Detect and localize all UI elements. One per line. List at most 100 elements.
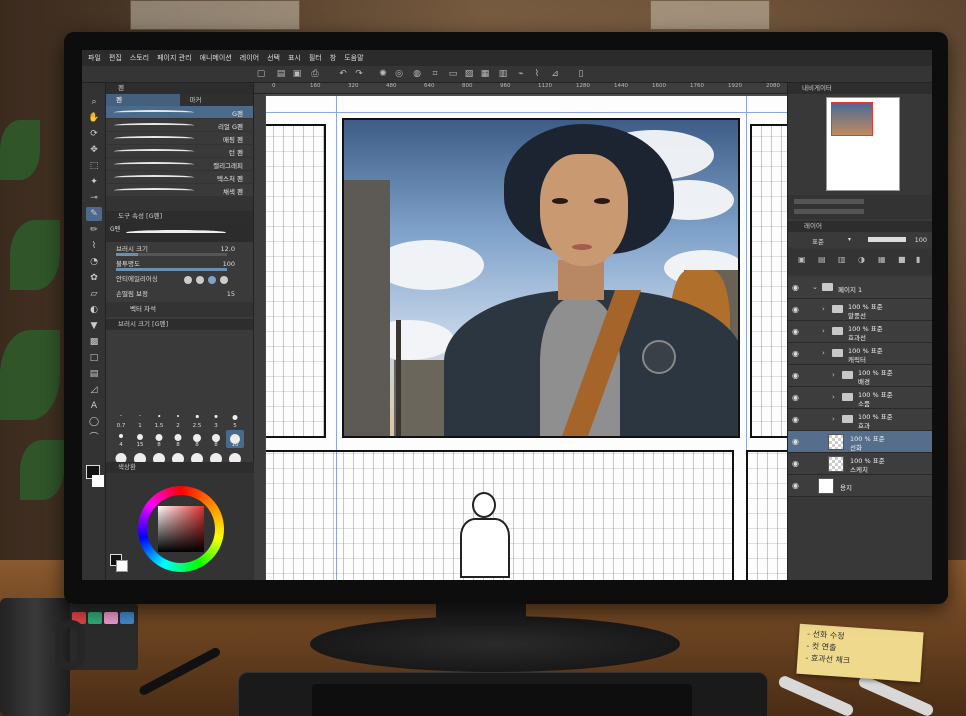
snap-special-ruler-icon[interactable]: ⌇ — [532, 69, 542, 79]
brush-item-g-pen[interactable]: G펜 — [106, 106, 253, 119]
ruler-toggle-icon[interactable]: ▥ — [498, 69, 508, 79]
layer-row[interactable]: ◉ › 100 % 표준 배경 — [788, 365, 932, 387]
layer-opacity-value[interactable]: 100 — [915, 236, 927, 244]
deselect-icon[interactable]: ▭ — [448, 69, 458, 79]
move-tool-icon[interactable]: ✥ — [86, 143, 102, 157]
brush-size-preset[interactable]: 8 — [150, 430, 168, 448]
saturation-value-square[interactable] — [158, 506, 204, 552]
comic-panel-right[interactable] — [750, 124, 787, 438]
eyedropper-tool-icon[interactable]: ⊸ — [86, 191, 102, 205]
layer-row[interactable]: ◉ 용지 — [788, 475, 932, 497]
comic-panel-bottom-right[interactable] — [746, 450, 787, 580]
navigator-thumbnail[interactable] — [826, 97, 900, 191]
lock-layer-icon[interactable]: ▦ — [878, 255, 886, 264]
sub-color-chip[interactable] — [116, 560, 128, 572]
expand-arrow-icon[interactable]: › — [822, 349, 825, 357]
layer-mask-icon[interactable]: ◑ — [858, 255, 865, 264]
redo-icon[interactable]: ↷ — [354, 69, 364, 79]
vector-magnet-row[interactable]: 벡터 자석 — [106, 302, 253, 317]
tab-pen[interactable]: 펜 — [106, 94, 180, 106]
crop-icon[interactable]: ⌗ — [430, 69, 440, 79]
correct-line-tool-icon[interactable]: ⌒ — [86, 431, 102, 445]
layer-row[interactable]: ◉ › 100 % 표준 캐릭터 — [788, 343, 932, 365]
menu-file[interactable]: 파일 — [88, 53, 101, 63]
eye-icon[interactable]: ◉ — [792, 415, 799, 424]
gradient-tool-icon[interactable]: ▩ — [86, 335, 102, 349]
blend-mode-select[interactable]: 표준 — [812, 236, 824, 246]
brush-size-preset[interactable]: 3 — [207, 411, 225, 429]
menu-edit[interactable]: 편집 — [109, 53, 122, 63]
sub-color-swatch[interactable] — [92, 475, 104, 487]
fill-tool-icon[interactable]: ▼ — [86, 319, 102, 333]
menu-window[interactable]: 창 — [330, 53, 336, 63]
antialias-strong-option[interactable] — [220, 276, 228, 284]
expand-arrow-icon[interactable]: › — [832, 393, 835, 401]
layer-row[interactable]: ◉ ⌄ 페이지 1 — [788, 277, 932, 299]
selection-tool-icon[interactable]: ⬚ — [86, 159, 102, 173]
opacity-row[interactable]: 불투명도 100 — [106, 257, 253, 272]
new-folder-icon[interactable]: ▥ — [838, 255, 846, 264]
brush-item-mapping-pen[interactable]: 매핑 펜 — [106, 132, 253, 145]
pen-tool-icon[interactable]: ✎ — [86, 207, 102, 221]
eye-icon[interactable]: ◉ — [792, 349, 799, 358]
brush-size-preset[interactable]: 2 — [169, 411, 187, 429]
brush-size-preset[interactable]: 10 — [226, 430, 244, 448]
brush-size-preset[interactable]: 15 — [131, 430, 149, 448]
menu-layer[interactable]: 레이어 — [240, 53, 259, 63]
expand-arrow-icon[interactable]: › — [822, 305, 825, 313]
hand-tool-icon[interactable]: ✋ — [86, 111, 102, 125]
blend-tool-icon[interactable]: ◐ — [86, 303, 102, 317]
brush-tool-icon[interactable]: ⌇ — [86, 239, 102, 253]
stabilization-value[interactable]: 15 — [227, 287, 235, 302]
layer-row[interactable]: ◉ › 100 % 표준 소품 — [788, 387, 932, 409]
antialias-medium-option[interactable] — [208, 276, 216, 284]
chevron-down-icon[interactable]: ▾ — [848, 236, 851, 243]
brush-size-slider[interactable] — [116, 253, 227, 256]
invert-selection-icon[interactable]: ▨ — [464, 69, 474, 79]
balloon-tool-icon[interactable]: ◯ — [86, 415, 102, 429]
menu-page-management[interactable]: 페이지 관리 — [157, 53, 191, 63]
antialias-none-option[interactable] — [184, 276, 192, 284]
eye-icon[interactable]: ◉ — [792, 481, 799, 490]
brush-size-preset[interactable]: 8 — [207, 430, 225, 448]
save-icon[interactable]: ▣ — [292, 69, 302, 79]
expand-arrow-icon[interactable]: ⌄ — [812, 283, 818, 291]
frame-tool-icon[interactable]: ▤ — [86, 367, 102, 381]
opacity-slider[interactable] — [116, 268, 227, 271]
eye-icon[interactable]: ◉ — [792, 393, 799, 402]
antialias-weak-option[interactable] — [196, 276, 204, 284]
open-file-icon[interactable]: ▤ — [276, 69, 286, 79]
clear-icon[interactable]: ✺ — [378, 69, 388, 79]
eye-icon[interactable]: ◉ — [792, 371, 799, 380]
eye-icon[interactable]: ◉ — [792, 459, 799, 468]
airbrush-tool-icon[interactable]: ◔ — [86, 255, 102, 269]
brush-item-color-pen[interactable]: 채색 펜 — [106, 184, 253, 197]
brush-size-preset[interactable]: 1 — [131, 411, 149, 429]
brush-size-preset[interactable]: 8 — [169, 430, 187, 448]
new-file-icon[interactable]: ▢ — [256, 69, 266, 79]
brush-size-preset[interactable]: 1.5 — [150, 411, 168, 429]
trash-icon[interactable]: ▮ — [916, 255, 920, 264]
ruler-tool-icon[interactable]: ◿ — [86, 383, 102, 397]
brush-size-preset[interactable]: 2.5 — [188, 411, 206, 429]
menu-filter[interactable]: 필터 — [309, 53, 322, 63]
decoration-tool-icon[interactable]: ✿ — [86, 271, 102, 285]
new-vector-layer-icon[interactable]: ▤ — [818, 255, 826, 264]
lasso-tool-icon[interactable]: ✦ — [86, 175, 102, 189]
undo-icon[interactable]: ↶ — [338, 69, 348, 79]
antialias-row[interactable]: 안티에일리어싱 — [106, 272, 253, 287]
pen-pressure-icon[interactable]: ▯ — [576, 69, 586, 79]
fill-icon[interactable]: ◎ — [394, 69, 404, 79]
menu-story[interactable]: 스토리 — [130, 53, 149, 63]
zoom-tool-icon[interactable]: ⌕ — [86, 95, 102, 109]
brush-item-turn-pen[interactable]: 턴 펜 — [106, 145, 253, 158]
comic-panel-left[interactable] — [266, 124, 326, 438]
expand-arrow-icon[interactable]: › — [822, 327, 825, 335]
text-tool-icon[interactable]: A — [86, 399, 102, 413]
pencil-tool-icon[interactable]: ✏ — [86, 223, 102, 237]
eye-icon[interactable]: ◉ — [792, 327, 799, 336]
merge-layer-icon[interactable]: ■ — [898, 255, 906, 264]
grid-icon[interactable]: ▦ — [480, 69, 490, 79]
eye-icon[interactable]: ◉ — [792, 283, 799, 292]
eraser-tool-icon[interactable]: ▱ — [86, 287, 102, 301]
